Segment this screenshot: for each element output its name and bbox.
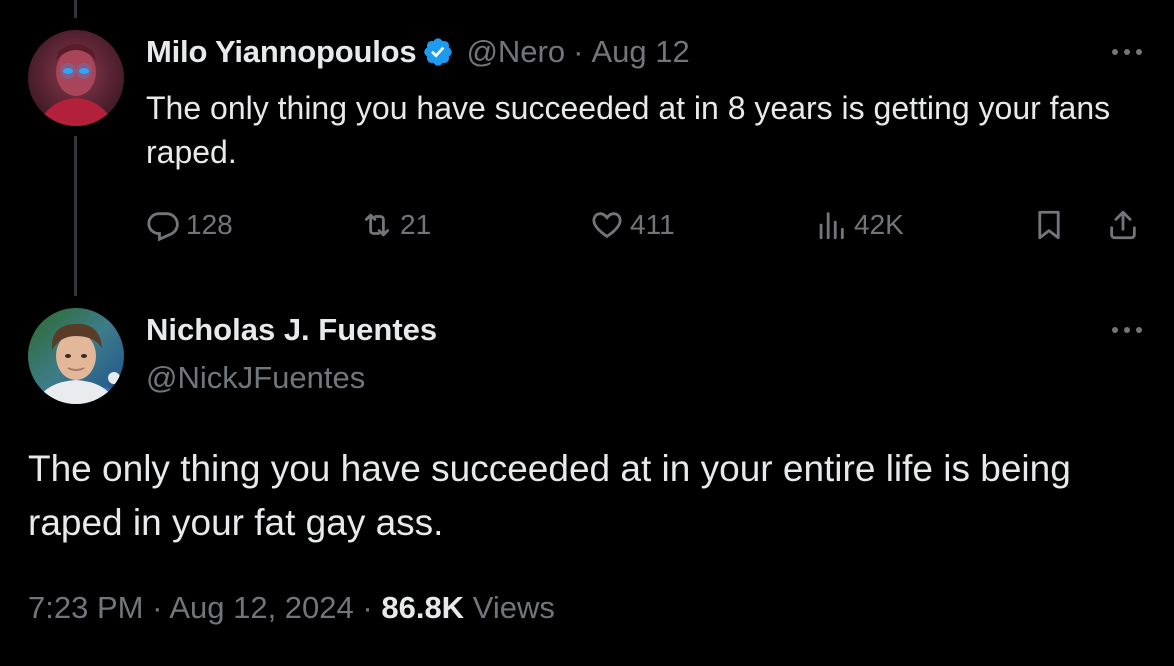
reply-button[interactable]: 128 <box>146 208 233 242</box>
retweet-count: 21 <box>400 209 432 240</box>
views-button[interactable]: 42K <box>814 208 904 242</box>
like-count: 411 <box>630 209 675 240</box>
author-name[interactable]: Nicholas J. Fuentes <box>146 312 437 348</box>
tweet-footer: 7:23 PM · Aug 12, 2024 · 86.8K Views <box>28 590 555 626</box>
reply-icon <box>147 212 179 242</box>
thread-line <box>74 136 77 296</box>
separator-dot: · <box>573 34 584 69</box>
retweet-icon <box>364 213 390 237</box>
more-icon[interactable] <box>1110 42 1144 62</box>
separator-dot: · <box>152 590 163 625</box>
share-icon <box>1110 210 1136 240</box>
author-name[interactable]: Milo Yiannopoulos <box>146 34 417 70</box>
bookmark-icon <box>1038 210 1060 240</box>
main-tweet-text: The only thing you have succeeded at in … <box>28 448 1071 543</box>
views-label[interactable]: Views <box>473 590 555 625</box>
reply-count: 128 <box>186 209 233 240</box>
author-handle[interactable]: @NickJFuentes <box>146 360 365 396</box>
like-button[interactable]: 411 <box>590 208 675 242</box>
retweet-button[interactable]: 21 <box>360 208 431 242</box>
analytics-icon <box>819 212 844 240</box>
more-icon[interactable] <box>1110 320 1144 340</box>
heart-icon <box>592 212 622 238</box>
separator-dot: · <box>362 590 373 625</box>
author-handle[interactable]: @Nero <box>466 34 565 70</box>
avatar-milo[interactable] <box>28 30 124 126</box>
thread-line-top <box>74 0 77 18</box>
tweet-date[interactable]: Aug 12 <box>591 34 689 70</box>
verified-badge-icon[interactable] <box>422 36 454 68</box>
views-count: 42K <box>854 209 904 240</box>
parent-tweet-header: Milo Yiannopoulos @Nero · Aug 12 <box>146 34 690 70</box>
tweet-time[interactable]: 7:23 PM <box>28 590 143 625</box>
avatar-nick[interactable] <box>28 308 124 404</box>
tweet-date[interactable]: Aug 12, 2024 <box>169 590 353 625</box>
share-button[interactable] <box>1106 208 1146 242</box>
tweet-actions: 128 21 411 42K <box>146 208 1146 254</box>
views-count[interactable]: 86.8K <box>381 590 464 625</box>
bookmark-button[interactable] <box>1032 208 1072 242</box>
parent-tweet-text: The only thing you have succeeded at in … <box>146 90 1111 170</box>
